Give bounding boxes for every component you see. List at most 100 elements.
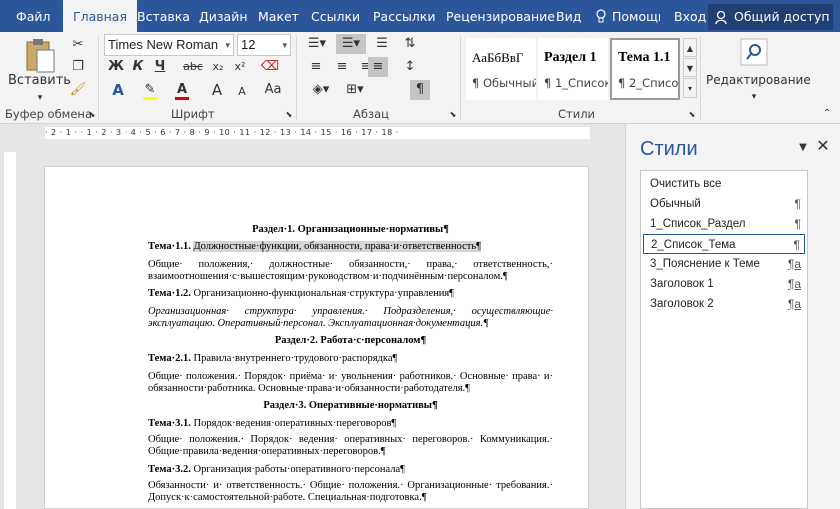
ruler-scale: · 2 · 1 · · 1 · 2 · 3 · 4 · 5 · 6 · 7 · …: [45, 127, 590, 139]
style-name: ¶ 2_Списо...: [618, 76, 679, 90]
grow-font-icon[interactable]: A: [207, 80, 227, 100]
tab-home[interactable]: Главная: [63, 0, 137, 32]
topic-number: Тема·1.1.: [148, 241, 191, 252]
sort-icon[interactable]: ⇅: [400, 34, 420, 54]
body-line: Общие· положения,· должностные· обязанно…: [148, 259, 553, 270]
style-card-normal[interactable]: АаБбВвГ ¶ Обычный: [466, 38, 536, 100]
format-painter-icon[interactable]: 🖌: [68, 80, 88, 100]
topic-heading: Тема·3.2. Организация·работы·оперативног…: [148, 464, 553, 475]
clipboard-launcher-icon[interactable]: ⬊: [86, 105, 98, 125]
linked-style-icon: ¶a: [787, 297, 801, 311]
subscript-button[interactable]: x₂: [208, 57, 228, 77]
tab-mailings[interactable]: Рассылки: [373, 0, 435, 32]
style-card-topic[interactable]: Тема 1.1 ¶ 2_Списо...: [610, 38, 680, 100]
linked-style-icon: ¶a: [787, 257, 801, 271]
style-item-heading-2[interactable]: Заголовок 2 ¶a: [643, 294, 805, 314]
collapse-ribbon-icon[interactable]: ⌃: [818, 104, 836, 124]
style-item-explanation[interactable]: 3_Пояснение к Теме ¶a: [643, 254, 805, 274]
chevron-down-icon: ▾: [282, 40, 287, 50]
style-card-section[interactable]: Раздел 1 ¶ 1_Список...: [538, 38, 608, 100]
topic-number: Тема·1.2.: [148, 288, 191, 299]
style-item-label: Обычный: [650, 198, 701, 210]
body-line: Обязанности· и· ответственность.· Общие·…: [148, 480, 553, 491]
horizontal-ruler[interactable]: · 2 · 1 · · 1 · 2 · 3 · 4 · 5 · 6 · 7 · …: [0, 124, 625, 142]
style-item-label: Заголовок 1: [650, 278, 714, 290]
tab-insert[interactable]: Вставка: [137, 0, 190, 32]
topic-title: Порядок·ведения·оперативных·переговоров¶: [193, 418, 397, 429]
paste-icon: [26, 39, 55, 73]
search-icon: [740, 38, 768, 66]
chevron-down-icon[interactable]: ▾: [744, 87, 764, 107]
paste-dropdown-icon[interactable]: ▾: [30, 88, 50, 108]
sign-in-link[interactable]: Вход: [674, 0, 706, 32]
change-case-icon[interactable]: Aa: [262, 80, 284, 100]
topic-heading: Тема·2.1. Правила·внутреннего·трудового·…: [148, 353, 553, 364]
style-item-list-topic[interactable]: 2_Список_Тема ¶: [643, 234, 805, 254]
tab-references[interactable]: Ссылки: [311, 0, 360, 32]
underline-button[interactable]: Ч: [151, 57, 169, 77]
style-item-normal[interactable]: Обычный ¶: [643, 194, 805, 214]
share-button[interactable]: Общий доступ: [708, 4, 833, 30]
body-line: Общие· положения.· Порядок· приёма· и· у…: [148, 371, 553, 382]
styles-launcher-icon[interactable]: ⬊: [686, 105, 698, 125]
align-left-icon[interactable]: ≡: [306, 57, 326, 77]
style-item-heading-1[interactable]: Заголовок 1 ¶a: [643, 274, 805, 294]
topic-number: Тема·3.1.: [148, 418, 191, 429]
gallery-down-icon[interactable]: ▼: [683, 58, 697, 77]
shrink-font-icon[interactable]: A: [232, 82, 252, 102]
document-page[interactable]: Раздел·1. Организационные·нормативы¶ Тем…: [44, 166, 589, 509]
show-formatting-icon[interactable]: ¶: [410, 80, 430, 100]
section-heading: Раздел·3. Оперативные·нормативы¶: [263, 400, 438, 411]
font-launcher-icon[interactable]: ⬊: [283, 105, 295, 125]
person-icon: [715, 10, 727, 24]
borders-icon[interactable]: ⊞▾: [340, 80, 370, 100]
tab-review[interactable]: Рецензирование: [446, 0, 555, 32]
strikethrough-button[interactable]: abc: [180, 57, 206, 77]
topic-heading: Тема·1.1. Должностные·функции, обязаннос…: [148, 241, 553, 252]
clear-formatting-icon[interactable]: ⌫: [260, 57, 280, 77]
style-item-label: Очистить все: [650, 178, 722, 190]
paragraph-mark-icon: ¶: [793, 238, 800, 252]
style-item-list-section[interactable]: 1_Список_Раздел ¶: [643, 214, 805, 234]
shading-icon[interactable]: ◈▾: [306, 80, 336, 100]
highlight-icon[interactable]: ✎: [140, 80, 160, 100]
section-heading: Раздел·1. Организационные·нормативы¶: [252, 224, 449, 235]
bullets-icon[interactable]: ☰▾: [302, 34, 332, 54]
group-label-paragraph: Абзац: [353, 107, 389, 121]
close-icon[interactable]: ✕: [814, 136, 832, 156]
font-size-field[interactable]: 12 ▾: [237, 34, 291, 56]
text-effects-icon[interactable]: A: [108, 80, 128, 100]
style-item-label: 1_Список_Раздел: [650, 218, 746, 230]
italic-button[interactable]: К: [129, 57, 147, 77]
style-item-clear-all[interactable]: Очистить все: [643, 174, 805, 194]
linked-style-icon: ¶a: [787, 277, 801, 291]
style-preview: Раздел 1: [544, 50, 597, 65]
topic-number: Тема·3.2.: [148, 464, 191, 475]
style-name: ¶ 1_Список...: [544, 76, 608, 90]
vertical-ruler[interactable]: [4, 152, 16, 509]
align-center-icon[interactable]: ≡: [332, 57, 352, 77]
lightbulb-icon: [596, 9, 606, 23]
pane-options-icon[interactable]: ▼: [796, 138, 810, 158]
font-name-field[interactable]: Times New Roman ▾: [104, 34, 234, 56]
styles-list: Очистить все Обычный ¶ 1_Список_Раздел ¶ 2…: [640, 170, 808, 509]
group-separator: [98, 36, 99, 120]
multilevel-list-icon[interactable]: ☰: [370, 34, 394, 54]
copy-icon[interactable]: ❐: [68, 57, 88, 77]
tab-view[interactable]: Вид: [556, 0, 581, 32]
line-spacing-icon[interactable]: ↕: [400, 57, 420, 77]
numbering-icon[interactable]: ☰▾: [336, 34, 366, 54]
gallery-up-icon[interactable]: ▲: [683, 38, 697, 57]
tab-layout[interactable]: Макет: [258, 0, 299, 32]
styles-pane-title: Стили: [640, 138, 698, 160]
tab-file[interactable]: Файл: [16, 0, 51, 32]
paragraph-launcher-icon[interactable]: ⬊: [447, 105, 459, 125]
cut-icon[interactable]: ✂: [68, 35, 88, 55]
tab-design[interactable]: Дизайн: [199, 0, 248, 32]
bold-button[interactable]: Ж: [107, 57, 125, 77]
superscript-button[interactable]: x²: [230, 57, 250, 77]
font-color-icon[interactable]: A: [172, 80, 192, 100]
gallery-more-icon[interactable]: ▾: [683, 78, 697, 98]
justify-icon[interactable]: ≡: [368, 57, 388, 77]
tab-help[interactable]: Помощь: [612, 0, 660, 32]
